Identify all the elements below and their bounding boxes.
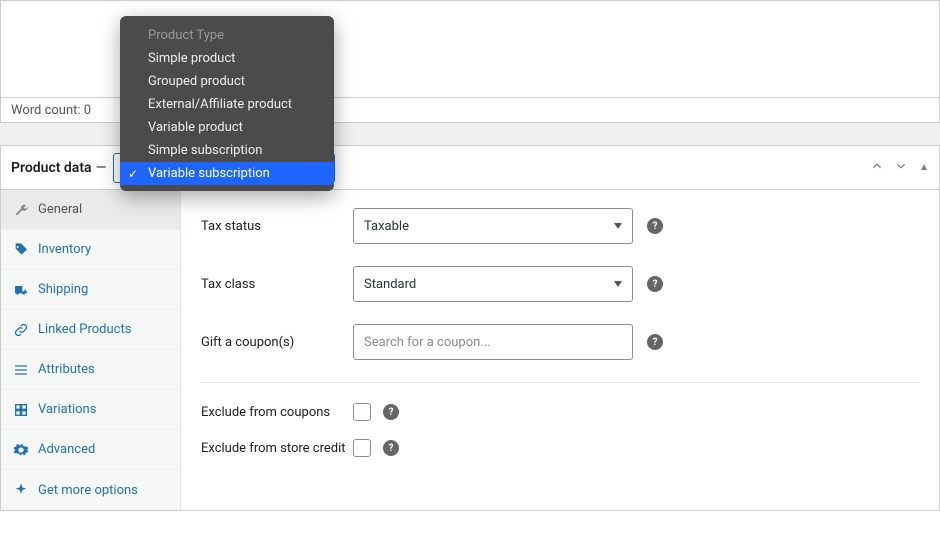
link-icon	[13, 322, 29, 338]
tab-label: Linked Products	[38, 322, 131, 337]
tax-status-select[interactable]: Taxable	[353, 208, 633, 244]
exclude-coupons-row: Exclude from coupons ?	[201, 403, 919, 421]
help-icon[interactable]: ?	[647, 276, 663, 292]
dropdown-option-variable-product[interactable]: Variable product	[120, 116, 334, 139]
help-icon[interactable]: ?	[383, 440, 399, 456]
gift-coupon-input[interactable]: Search for a coupon...	[353, 324, 633, 360]
tax-status-row: Tax status Taxable ?	[201, 208, 919, 244]
divider	[201, 382, 919, 383]
tab-label: Advanced	[38, 442, 95, 457]
wrench-icon	[13, 202, 29, 218]
tab-label: Shipping	[38, 282, 88, 297]
exclude-store-credit-label: Exclude from store credit	[201, 441, 353, 456]
tab-label: General	[38, 202, 82, 217]
product-data-panel: Product data — ▲ General Inventory Shipp…	[0, 145, 940, 511]
dropdown-group-label: Product Type	[120, 22, 334, 47]
tab-label: Get more options	[38, 483, 138, 498]
panel-title: Product data	[11, 160, 92, 176]
tab-label: Variations	[38, 402, 96, 417]
panel-body: General Inventory Shipping Linked Produc…	[1, 190, 939, 510]
dropdown-option-external-affiliate[interactable]: External/Affiliate product	[120, 93, 334, 116]
tab-label: Attributes	[38, 362, 95, 377]
tab-general[interactable]: General	[1, 190, 180, 230]
panel-toggle-arrows: ▲	[871, 160, 929, 176]
tax-class-label: Tax class	[201, 277, 353, 292]
help-icon[interactable]: ?	[647, 218, 663, 234]
dropdown-option-variable-subscription[interactable]: Variable subscription	[120, 162, 334, 185]
general-tab-content: Tax status Taxable ? Tax class Standard …	[181, 190, 939, 510]
tag-icon	[13, 242, 29, 258]
wordcount-text: Word count: 0	[11, 103, 91, 118]
tax-class-row: Tax class Standard ?	[201, 266, 919, 302]
exclude-coupons-label: Exclude from coupons	[201, 405, 353, 420]
dropdown-option-grouped-product[interactable]: Grouped product	[120, 70, 334, 93]
sparkle-icon	[13, 482, 29, 498]
truck-icon	[13, 282, 29, 298]
tab-inventory[interactable]: Inventory	[1, 230, 180, 270]
tab-label: Inventory	[38, 242, 91, 257]
list-icon	[13, 362, 29, 378]
tax-class-select[interactable]: Standard	[353, 266, 633, 302]
tab-linked-products[interactable]: Linked Products	[1, 310, 180, 350]
gift-coupon-label: Gift a coupon(s)	[201, 335, 353, 350]
tab-variations[interactable]: Variations	[1, 390, 180, 430]
tab-advanced[interactable]: Advanced	[1, 430, 180, 470]
panel-dash: —	[96, 160, 107, 176]
tab-shipping[interactable]: Shipping	[1, 270, 180, 310]
product-data-tabs: General Inventory Shipping Linked Produc…	[1, 190, 181, 510]
tab-attributes[interactable]: Attributes	[1, 350, 180, 390]
chevron-up-icon[interactable]	[871, 160, 883, 176]
gear-icon	[13, 442, 29, 458]
chevron-down-icon[interactable]	[895, 160, 907, 176]
tax-status-label: Tax status	[201, 219, 353, 234]
exclude-store-credit-row: Exclude from store credit ?	[201, 439, 919, 457]
collapse-triangle-icon[interactable]: ▲	[919, 162, 929, 173]
help-icon[interactable]: ?	[383, 404, 399, 420]
gift-coupon-row: Gift a coupon(s) Search for a coupon... …	[201, 324, 919, 360]
product-type-dropdown[interactable]: Product Type Simple product Grouped prod…	[120, 16, 334, 191]
exclude-store-credit-checkbox[interactable]	[353, 439, 371, 457]
dropdown-option-simple-subscription[interactable]: Simple subscription	[120, 139, 334, 162]
dropdown-option-simple-product[interactable]: Simple product	[120, 47, 334, 70]
help-icon[interactable]: ?	[647, 334, 663, 350]
grid-icon	[13, 402, 29, 418]
tab-get-more-options[interactable]: Get more options	[1, 470, 180, 510]
exclude-coupons-checkbox[interactable]	[353, 403, 371, 421]
